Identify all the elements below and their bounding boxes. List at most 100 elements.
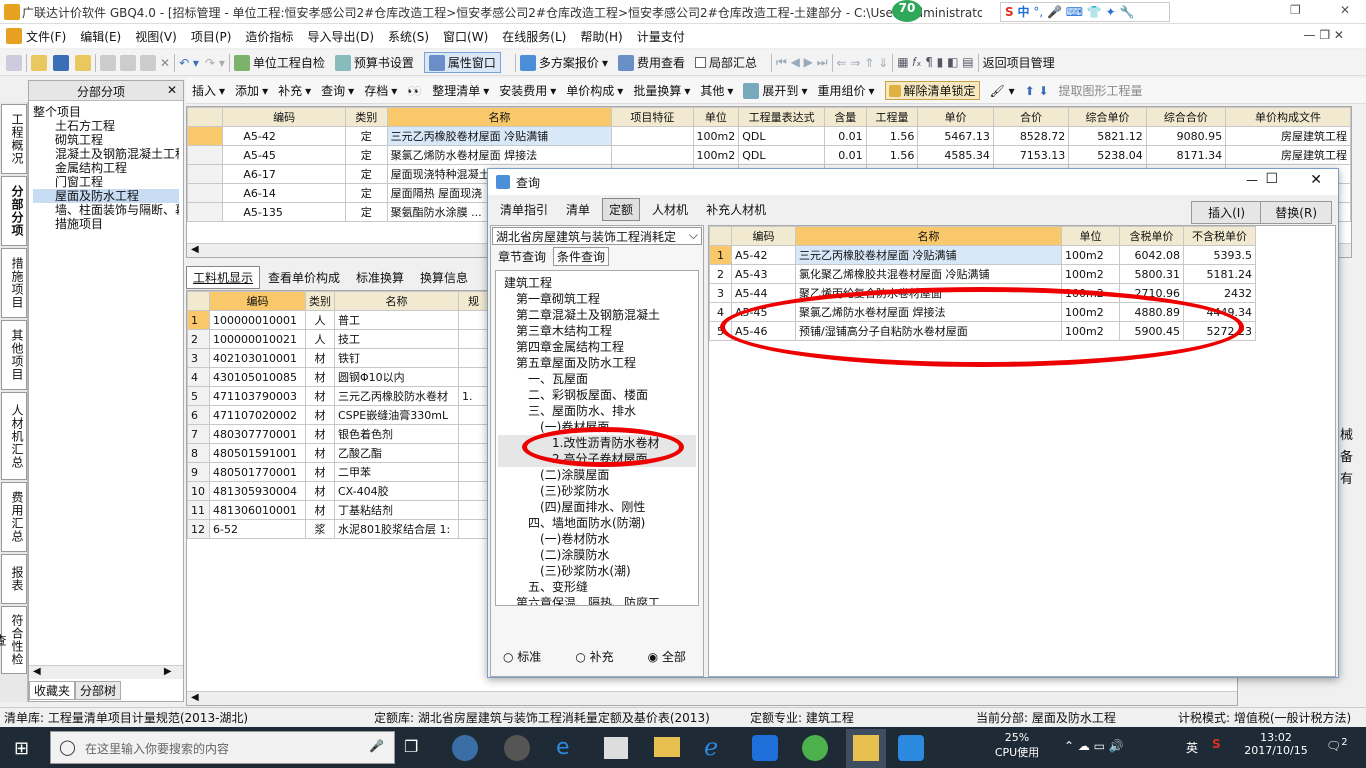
partial-summary-checkbox[interactable]: 局部汇总	[694, 54, 757, 71]
tree-node[interactable]: (四)屋面排水、刚性	[498, 499, 696, 515]
col-type[interactable]: 类别	[344, 107, 388, 127]
col-code[interactable]: 编码	[209, 291, 306, 311]
tree-node[interactable]: 第六章保温、隔热、防腐工	[498, 595, 696, 605]
fee-view-button[interactable]: 费用查看	[617, 54, 685, 71]
paint-icon[interactable]: 🖌 ▾	[990, 84, 1015, 98]
multi-plan-button[interactable]: 多方案报价 ▾	[519, 54, 608, 71]
col-feature[interactable]: 项目特征	[611, 107, 694, 127]
taskbar-search[interactable]: ◯ 在这里输入你要搜索的内容 🎤	[50, 731, 395, 764]
row-header[interactable]	[187, 126, 224, 146]
tab-supplement-resources[interactable]: 补充人材机	[700, 199, 772, 220]
table-row[interactable]: 4 430105010085 材圆钢Φ10以内	[187, 367, 489, 387]
tab-resources[interactable]: 人材机	[646, 199, 694, 220]
tab-measures[interactable]: 措施项目	[1, 248, 27, 318]
tab-other-items[interactable]: 其他项目	[1, 320, 27, 390]
col-price[interactable]: 单价	[917, 107, 994, 127]
col-amount[interactable]: 合价	[992, 107, 1070, 127]
restore-button[interactable]: ❐	[1290, 3, 1301, 17]
table-row[interactable]: A5-42 定三元乙丙橡胶卷材屋面 冷贴满铺 100m2 QDL 0.01 1.56 546…	[187, 126, 1351, 146]
tree-hscroll[interactable]: ◀ ▶	[29, 665, 183, 679]
menu-payment[interactable]: 计量支付	[637, 28, 685, 45]
tab-resource-summary[interactable]: 人材机汇总	[1, 392, 27, 480]
tree-node[interactable]: (三)砂浆防水	[498, 483, 696, 499]
col-name[interactable]: 名称	[386, 107, 613, 127]
tab-quota[interactable]: 定额	[602, 197, 641, 221]
tab-favorites[interactable]: 收藏夹	[29, 680, 76, 700]
undo-icon[interactable]: ↶ ▾	[179, 56, 199, 70]
ie-icon[interactable]: ℯ	[704, 733, 718, 761]
tree-item[interactable]: 混凝土及钢筋混凝土工程	[33, 147, 179, 161]
property-window-button[interactable]: 属性窗口	[423, 52, 501, 73]
col-file[interactable]: 单价构成文件	[1225, 107, 1351, 127]
tab-standard-convert[interactable]: 标准换算	[348, 267, 412, 288]
table-row[interactable]: 8 480501591001 材乙酸乙酯	[187, 443, 489, 463]
folder-icon[interactable]	[75, 54, 91, 71]
save-icon[interactable]	[53, 54, 69, 71]
col-code[interactable]: 编码	[222, 107, 346, 127]
budget-settings-button[interactable]: 预算书设置	[334, 54, 414, 71]
row-header[interactable]	[187, 183, 224, 203]
menu-project[interactable]: 项目(P)	[191, 28, 232, 45]
menu-cost-index[interactable]: 造价指标	[245, 28, 293, 45]
table-row[interactable]: 1 100000010001 人普工	[187, 310, 489, 330]
batch-convert-menu[interactable]: 批量换算 ▾	[633, 82, 690, 99]
unlock-list-button[interactable]: 解除清单锁定	[884, 81, 980, 100]
notification-icon[interactable]: 🗨2	[1326, 737, 1348, 753]
tree-item[interactable]: 土石方工程	[33, 119, 179, 133]
tab-list[interactable]: 清单	[560, 199, 596, 220]
new-icon[interactable]	[6, 54, 22, 71]
self-check-button[interactable]: 单位工程自检	[233, 54, 325, 71]
tree-node[interactable]: 一、瓦屋面	[498, 371, 696, 387]
cut-icon[interactable]	[100, 54, 116, 71]
tree-root[interactable]: 整个项目	[33, 105, 179, 119]
tab-overview[interactable]: 工程概况	[1, 104, 27, 174]
col-type[interactable]: 类别	[305, 291, 335, 311]
install-fee-menu[interactable]: 安装费用 ▾	[499, 82, 556, 99]
replace-button[interactable]: 替换(R)	[1260, 201, 1332, 224]
radio-standard[interactable]: ○ 标准	[503, 648, 541, 665]
query-menu[interactable]: 查询 ▾	[321, 82, 354, 99]
col-price-notax[interactable]: 不含税单价	[1183, 226, 1256, 246]
sogou-icon[interactable]: S	[1212, 737, 1221, 751]
menu-edit[interactable]: 编辑(E)	[80, 28, 121, 45]
table-row[interactable]: 2 A5-43 氯化聚乙烯橡胶共混卷材屋面 冷贴满铺 100m2 5800.31 5181…	[709, 264, 1256, 284]
tree-node[interactable]: 四、墙地面防水(防潮)	[498, 515, 696, 531]
edge-icon[interactable]: e	[556, 735, 570, 760]
explorer-icon[interactable]	[654, 737, 680, 757]
expand-to-menu[interactable]: 展开到 ▾	[743, 82, 807, 99]
tree-node[interactable]: (一)卷材防水	[498, 531, 696, 547]
col-unit[interactable]: 单位	[692, 107, 740, 127]
mic-icon[interactable]: 🎤 ⌨ 👕 ✦ 🔧	[1047, 5, 1134, 19]
menu-window[interactable]: 窗口(W)	[443, 28, 488, 45]
insert-button[interactable]: 插入(I)	[1191, 201, 1262, 224]
menu-file[interactable]: 文件(F)	[26, 28, 66, 45]
binoculars-icon[interactable]: 👀	[407, 84, 422, 98]
tree-node[interactable]: 第一章砌筑工程	[498, 291, 696, 307]
add-menu[interactable]: 添加 ▾	[235, 82, 268, 99]
table-row[interactable]: 10 481305930004 材 CX-404胶	[187, 481, 489, 501]
tab-resources[interactable]: 工料机显示	[186, 265, 261, 289]
col-total[interactable]: 综合合价	[1145, 107, 1227, 127]
tab-price-structure[interactable]: 查看单价构成	[260, 267, 348, 288]
tab-divisions[interactable]: 分部分项	[1, 176, 27, 246]
tree-node[interactable]: (三)砂浆防水(潮)	[498, 563, 696, 579]
ime-punct[interactable]: °,	[1033, 5, 1043, 19]
minimize-button[interactable]: —	[1246, 173, 1258, 187]
tab-fee-summary[interactable]: 费用汇总	[1, 482, 27, 552]
ime-indicator[interactable]: 英	[1186, 739, 1198, 756]
tree-node[interactable]: 三、屋面防水、排水	[498, 403, 696, 419]
menu-view[interactable]: 视图(V)	[135, 28, 177, 45]
row-header[interactable]	[187, 202, 224, 222]
tree-node[interactable]: 五、变形缝	[498, 579, 696, 595]
move-arrows-icon[interactable]: ⇐ ⇒ ⇑ ⇓	[837, 56, 889, 70]
app-icon[interactable]	[452, 735, 478, 761]
menu-system[interactable]: 系统(S)	[388, 28, 429, 45]
tree-item[interactable]: 墙、柱面装饰与隔断、幕墙	[33, 203, 179, 217]
tray-icons[interactable]: ⌃ ☁ ▭ 🔊	[1064, 739, 1124, 753]
tab-compliance[interactable]: 符合性检查	[0, 606, 27, 674]
tab-reports[interactable]: 报表	[1, 554, 27, 604]
tree-item-selected[interactable]: 屋面及防水工程	[33, 189, 179, 203]
col-expr[interactable]: 工程量表达式	[738, 107, 825, 127]
nav-arrows-icon[interactable]: ⏮ ◀ ▶ ⏭	[776, 55, 828, 70]
table-row[interactable]: 2 100000010021 人技工	[187, 329, 489, 349]
